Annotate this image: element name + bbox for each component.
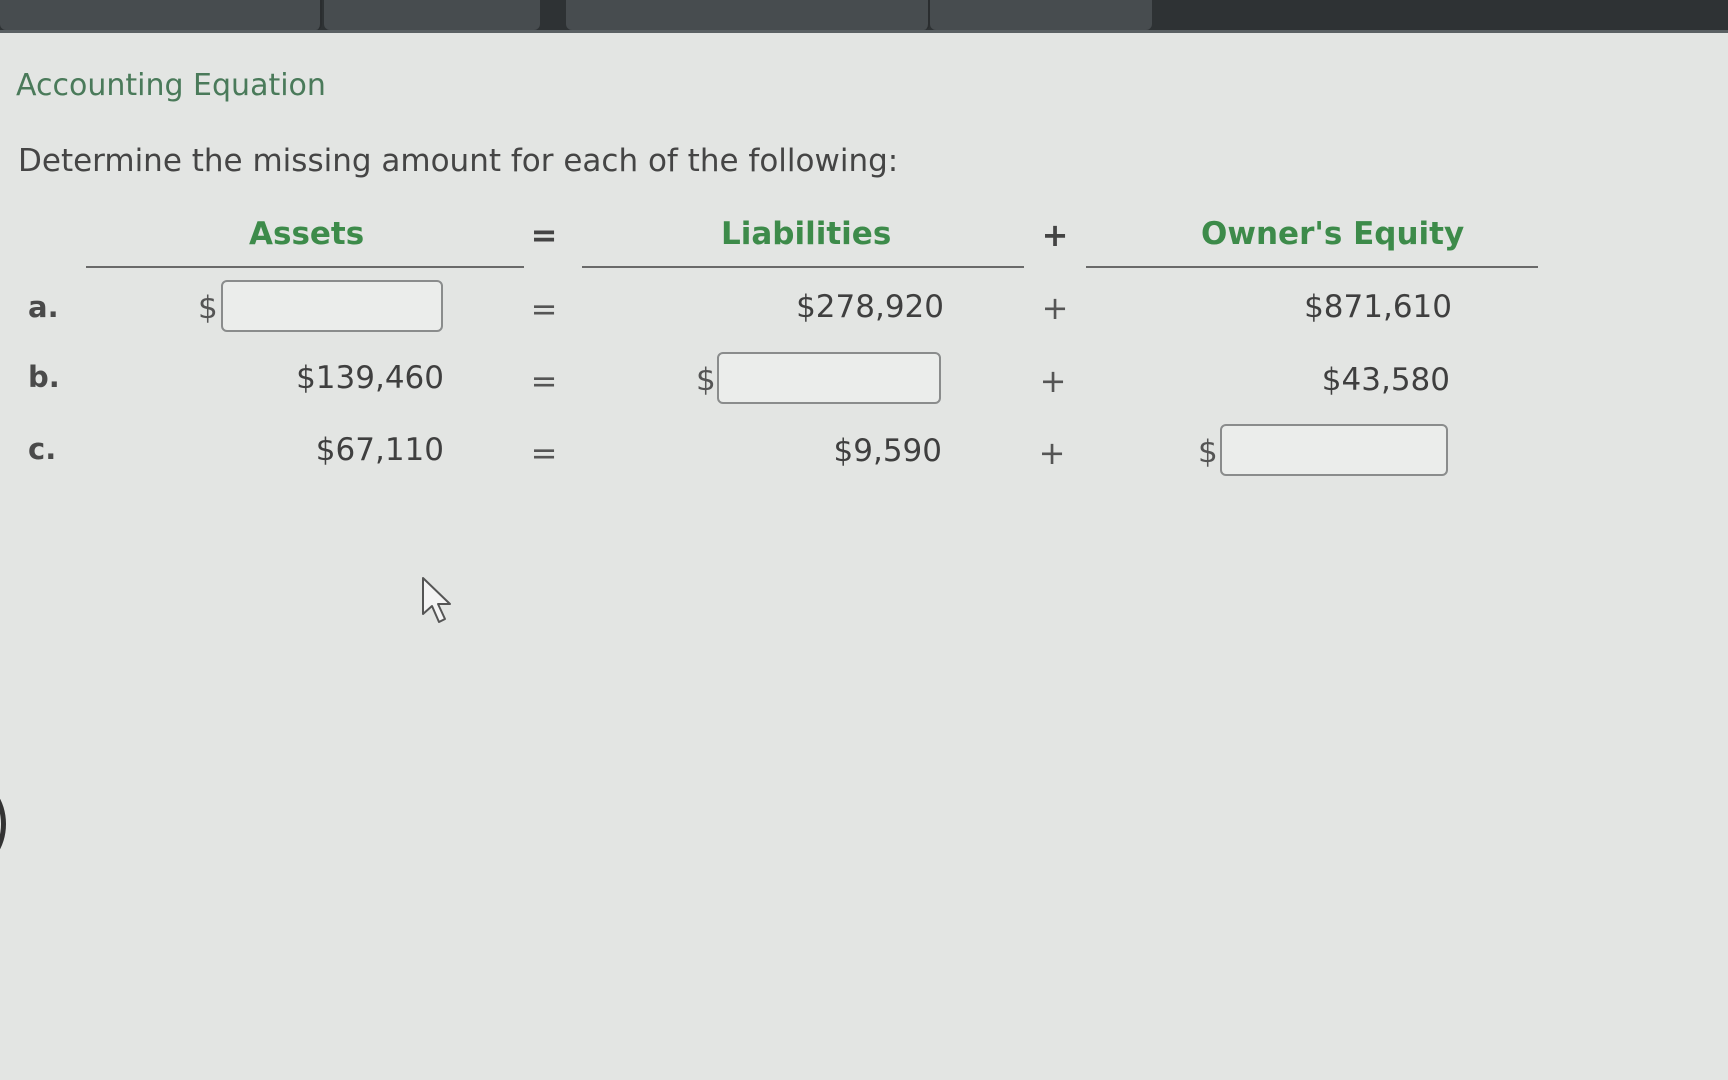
assets-value-c: $67,110	[315, 432, 444, 468]
assets-value-b: $139,460	[296, 360, 444, 396]
equals-sign-a: =	[530, 290, 558, 328]
assets-heading: Assets	[249, 216, 365, 252]
plus-sign-c: +	[1038, 434, 1066, 472]
plus-sign-a: +	[1041, 289, 1069, 327]
owners-equity-value-b: $43,580	[1321, 362, 1450, 398]
mouse-cursor-icon	[422, 577, 451, 623]
plus-sign-heading: +	[1041, 216, 1069, 254]
liabilities-input-b[interactable]	[717, 352, 941, 404]
liabilities-dollar-sign-b: $	[696, 362, 716, 398]
equals-sign-c: =	[530, 434, 558, 472]
section-title: Accounting Equation	[16, 68, 326, 103]
instruction-text: Determine the missing amount for each of…	[18, 143, 899, 179]
owners-equity-input-c[interactable]	[1220, 424, 1448, 476]
toolbar-button-4[interactable]	[930, 0, 1152, 30]
toolbar-button-2[interactable]	[324, 0, 540, 30]
toolbar-edge	[0, 30, 1728, 33]
liabilities-heading: Liabilities	[721, 216, 892, 252]
row-letter-b: b.	[28, 360, 60, 394]
liabilities-rule	[582, 266, 1024, 268]
liabilities-value-a: $278,920	[796, 289, 944, 325]
row-letter-a: a.	[28, 290, 59, 324]
assets-dollar-sign-a: $	[198, 290, 218, 326]
assets-input-a[interactable]	[221, 280, 443, 332]
liabilities-value-c: $9,590	[833, 433, 942, 469]
top-toolbar	[0, 0, 1728, 33]
equals-sign-heading: =	[530, 216, 558, 254]
owners-equity-rule	[1086, 266, 1538, 268]
equals-sign-b: =	[530, 362, 558, 400]
owners-equity-value-a: $871,610	[1304, 289, 1452, 325]
row-letter-c: c.	[28, 432, 57, 466]
assets-rule	[86, 266, 524, 268]
owners-equity-heading: Owner's Equity	[1201, 216, 1465, 252]
owners-equity-dollar-sign-c: $	[1198, 434, 1218, 470]
toolbar-button-3[interactable]	[566, 0, 930, 30]
toolbar-button-1[interactable]	[0, 0, 322, 30]
edge-circle-decoration	[0, 780, 6, 868]
plus-sign-b: +	[1039, 362, 1067, 400]
